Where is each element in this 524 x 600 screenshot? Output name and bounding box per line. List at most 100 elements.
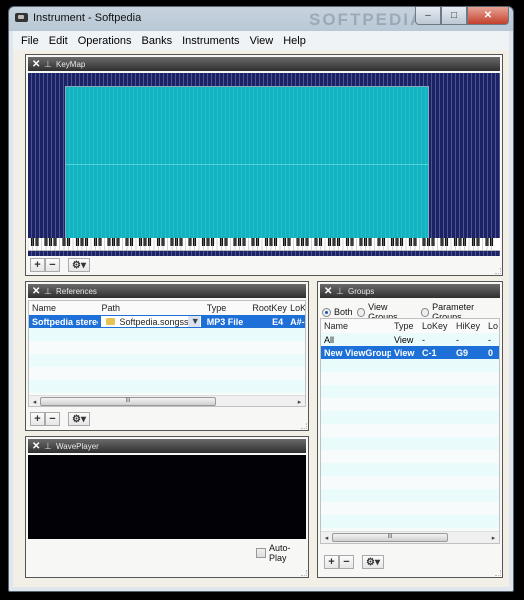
cell-lokey: - xyxy=(422,334,425,345)
checkbox-box[interactable] xyxy=(256,548,266,558)
horizontal-scrollbar[interactable]: ◂ III ▸ xyxy=(29,395,305,406)
table-row[interactable]: All View - - - xyxy=(321,333,499,346)
chevron-down-icon[interactable]: ▼ xyxy=(187,316,200,327)
menu-edit[interactable]: Edit xyxy=(45,35,72,47)
waveform-display[interactable] xyxy=(28,455,306,539)
pin-icon[interactable]: ⊥ xyxy=(44,286,56,297)
cell-name: All xyxy=(324,334,335,345)
gear-icon[interactable]: ⚙▾ xyxy=(68,412,90,426)
keymap-title: KeyMap xyxy=(56,59,86,69)
cell-type: View xyxy=(394,334,414,345)
scroll-right-arrow[interactable]: ▸ xyxy=(294,398,305,406)
pin-icon[interactable]: ⊥ xyxy=(44,441,56,452)
resize-grip[interactable] xyxy=(301,423,307,429)
title-bar: Instrument - Softpedia SOFTPEDIA – □ ✕ xyxy=(9,7,513,31)
cell-lo: - xyxy=(488,334,491,345)
pin-icon[interactable]: ⊥ xyxy=(44,59,56,70)
close-button[interactable]: ✕ xyxy=(467,7,509,25)
table-header: Name Path Type RootKey LoK xyxy=(29,301,305,315)
watermark: SOFTPEDIA xyxy=(309,10,425,29)
maximize-button[interactable]: □ xyxy=(441,7,467,25)
add-button[interactable]: + xyxy=(324,555,339,569)
menu-view[interactable]: View xyxy=(246,35,278,47)
add-button[interactable]: + xyxy=(30,412,45,426)
cell-hikey: - xyxy=(456,334,459,345)
add-button[interactable]: + xyxy=(30,258,45,272)
menu-file[interactable]: File xyxy=(17,35,43,47)
column-header-path[interactable]: Path xyxy=(98,303,203,313)
autoplay-checkbox[interactable]: Auto-Play xyxy=(256,543,308,563)
resize-grip[interactable] xyxy=(495,268,501,274)
radio-dot[interactable] xyxy=(322,307,331,317)
close-panel-icon[interactable]: ✕ xyxy=(32,441,44,452)
groups-panel: ✕ ⊥ Groups Both View Groups Parameter Gr… xyxy=(317,281,503,578)
column-header-hikey[interactable]: HiKey xyxy=(453,321,485,331)
close-panel-icon[interactable]: ✕ xyxy=(32,59,44,70)
menu-instruments[interactable]: Instruments xyxy=(178,35,243,47)
keymap-header: ✕ ⊥ KeyMap xyxy=(28,57,500,71)
folder-icon xyxy=(106,318,116,325)
cell-lokey: A#- xyxy=(290,316,305,327)
column-header-lokey[interactable]: LoKey xyxy=(419,321,453,331)
cell-type: View xyxy=(394,347,415,358)
autoplay-label: Auto-Play xyxy=(269,543,291,563)
references-header: ✕ ⊥ References xyxy=(28,284,306,298)
scroll-left-arrow[interactable]: ◂ xyxy=(29,398,40,406)
resize-grip[interactable] xyxy=(301,570,307,576)
waveplayer-header: ✕ ⊥ WavePlayer xyxy=(28,439,306,453)
menu-operations[interactable]: Operations xyxy=(74,35,136,47)
key-zone-region[interactable] xyxy=(65,86,429,243)
column-header-type[interactable]: Type xyxy=(204,303,250,313)
pin-icon[interactable]: ⊥ xyxy=(336,286,348,297)
piano-keyboard[interactable] xyxy=(28,238,500,251)
table-row[interactable]: Softpedia stereo Softpedia.songss ▼ MP3 … xyxy=(29,315,305,328)
menu-help[interactable]: Help xyxy=(279,35,310,47)
column-header-name[interactable]: Name xyxy=(29,303,98,313)
scroll-right-arrow[interactable]: ▸ xyxy=(488,534,499,542)
table-row[interactable]: New ViewGroup View C-1 G9 0 xyxy=(321,346,499,359)
close-panel-icon[interactable]: ✕ xyxy=(324,286,336,297)
empty-rows xyxy=(29,328,305,393)
references-table: Name Path Type RootKey LoK Softpedia ste… xyxy=(28,300,306,407)
empty-rows xyxy=(321,359,499,541)
radio-dot[interactable] xyxy=(356,307,366,317)
gear-icon[interactable]: ⚙▾ xyxy=(362,555,384,569)
references-panel: ✕ ⊥ References Name Path Type RootKey Lo… xyxy=(25,281,309,431)
scroll-thumb[interactable]: III xyxy=(40,397,216,406)
table-header: Name Type LoKey HiKey Lo xyxy=(321,319,499,333)
cell-rootkey: E4 xyxy=(272,316,284,327)
client-area: ✕ ⊥ KeyMap + − ⚙▾ ✕ ⊥ References Name Pa… xyxy=(13,50,509,587)
column-header-type[interactable]: Type xyxy=(391,321,419,331)
radio-dot[interactable] xyxy=(420,307,430,317)
keymap-panel: ✕ ⊥ KeyMap + − ⚙▾ xyxy=(25,54,503,276)
cell-lo: 0 xyxy=(488,347,494,358)
minimize-button[interactable]: – xyxy=(415,7,441,25)
horizontal-scrollbar[interactable]: ◂ III ▸ xyxy=(321,531,499,543)
cell-name: Softpedia stereo xyxy=(32,316,99,327)
scroll-left-arrow[interactable]: ◂ xyxy=(321,534,332,542)
column-header-lokey[interactable]: LoK xyxy=(287,303,305,313)
column-header-lo[interactable]: Lo xyxy=(485,321,499,331)
references-title: References xyxy=(56,286,97,296)
cell-name: New ViewGroup xyxy=(324,347,391,358)
radio-both[interactable]: Both xyxy=(322,307,353,317)
app-window: Instrument - Softpedia SOFTPEDIA – □ ✕ F… xyxy=(8,6,514,592)
remove-button[interactable]: − xyxy=(339,555,354,569)
menu-banks[interactable]: Banks xyxy=(138,35,177,47)
app-icon xyxy=(15,13,28,22)
menu-bar: File Edit Operations Banks Instruments V… xyxy=(13,31,509,50)
path-dropdown[interactable]: Softpedia.songss ▼ xyxy=(101,316,201,327)
gear-icon[interactable]: ⚙▾ xyxy=(68,258,90,272)
cell-hikey: G9 xyxy=(456,347,469,358)
keymap-canvas[interactable] xyxy=(28,73,500,256)
scroll-thumb[interactable]: III xyxy=(332,533,448,542)
groups-table: Name Type LoKey HiKey Lo All View - - - … xyxy=(320,318,500,544)
remove-button[interactable]: − xyxy=(45,412,60,426)
remove-button[interactable]: − xyxy=(45,258,60,272)
close-panel-icon[interactable]: ✕ xyxy=(32,286,44,297)
groups-title: Groups xyxy=(348,286,375,296)
column-header-rootkey[interactable]: RootKey xyxy=(249,303,287,313)
resize-grip[interactable] xyxy=(495,570,501,576)
column-header-name[interactable]: Name xyxy=(321,321,391,331)
groups-header: ✕ ⊥ Groups xyxy=(320,284,500,298)
